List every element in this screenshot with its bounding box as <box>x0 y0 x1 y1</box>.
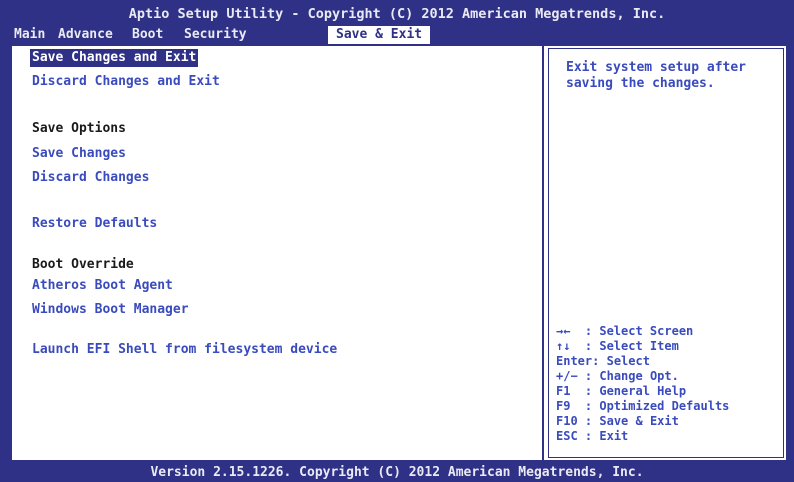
key-action: : Exit <box>584 429 629 443</box>
menu-item-restore-defaults[interactable]: Restore Defaults <box>30 215 159 233</box>
key-row: Enter: Select <box>556 354 729 369</box>
key-row: F10 : Save & Exit <box>556 414 729 429</box>
section-boot-override: Boot Override <box>32 257 134 272</box>
menu-item-save-changes-and-exit[interactable]: Save Changes and Exit <box>30 49 199 67</box>
tab-save-exit[interactable]: Save & Exit <box>328 26 431 44</box>
key-legend: →← : Select Screen ↑↓ : Select Item Ente… <box>556 324 729 444</box>
menu-item-discard-changes-and-exit[interactable]: Discard Changes and Exit <box>30 73 222 91</box>
menu-item-discard-changes[interactable]: Discard Changes <box>30 169 151 187</box>
key-row: ↑↓ : Select Item <box>556 339 729 354</box>
menu-item-launch-efi-shell[interactable]: Launch EFI Shell from filesystem device <box>30 341 339 359</box>
tab-main[interactable]: Main <box>10 26 49 44</box>
key-action: : Select Screen <box>584 324 694 338</box>
key-action: : Select Item <box>584 339 679 353</box>
key-row: →← : Select Screen <box>556 324 729 339</box>
tab-boot[interactable]: Boot <box>128 26 167 44</box>
key-name: Enter: <box>556 354 600 368</box>
menu-item-save-changes[interactable]: Save Changes <box>30 145 128 163</box>
tab-security[interactable]: Security <box>180 26 251 44</box>
key-name: +/− <box>556 369 578 383</box>
key-name: F10 <box>556 414 578 428</box>
key-row: F9 : Optimized Defaults <box>556 399 729 414</box>
menu-item-atheros-boot-agent[interactable]: Atheros Boot Agent <box>30 277 175 295</box>
key-name: F1 <box>556 384 571 398</box>
key-action: : Save & Exit <box>584 414 679 428</box>
key-name: F9 <box>556 399 571 413</box>
footer-version: Version 2.15.1226. Copyright (C) 2012 Am… <box>0 463 794 482</box>
key-row: ESC : Exit <box>556 429 729 444</box>
section-save-options: Save Options <box>32 121 126 136</box>
key-action: : Optimized Defaults <box>584 399 730 413</box>
key-action: Select <box>606 354 650 368</box>
key-row: +/− : Change Opt. <box>556 369 729 384</box>
tab-advance[interactable]: Advance <box>54 26 117 44</box>
title-bar: Aptio Setup Utility - Copyright (C) 2012… <box>0 0 794 44</box>
arrows-horizontal-icon: →← <box>556 324 571 338</box>
key-action: : Change Opt. <box>584 369 679 383</box>
key-row: F1 : General Help <box>556 384 729 399</box>
help-description: Exit system setup after saving the chang… <box>566 60 747 91</box>
key-action: : General Help <box>584 384 687 398</box>
menu-item-windows-boot-manager[interactable]: Windows Boot Manager <box>30 301 191 319</box>
menu-pane <box>12 46 544 460</box>
arrows-vertical-icon: ↑↓ <box>556 339 571 353</box>
key-name: ESC <box>556 429 578 443</box>
window-title: Aptio Setup Utility - Copyright (C) 2012… <box>128 6 666 22</box>
